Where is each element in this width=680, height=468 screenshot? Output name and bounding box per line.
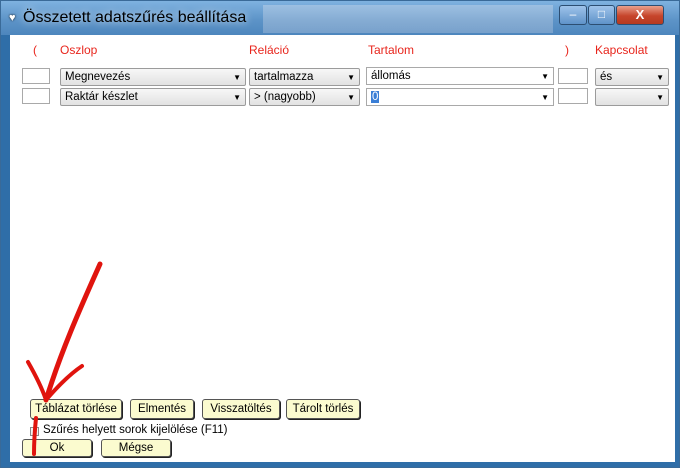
annotation-arrow-icon <box>26 261 103 456</box>
